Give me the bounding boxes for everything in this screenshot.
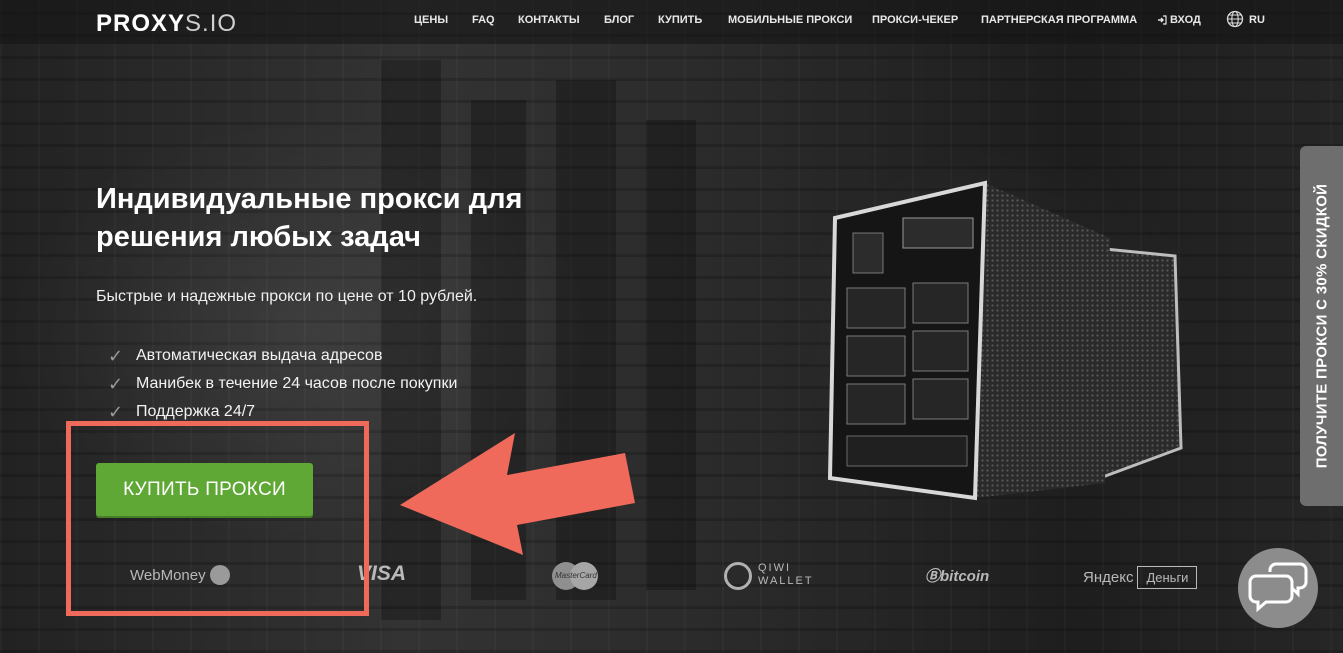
- check-icon: ✓: [108, 373, 124, 394]
- feature-text: Манибек в течение 24 часов после покупки: [136, 375, 458, 392]
- nav-proxy-checker[interactable]: ПРОКСИ-ЧЕКЕР: [872, 14, 958, 26]
- language-switcher[interactable]: RU: [1226, 10, 1265, 28]
- top-navigation-bar: PROXYS.IO ЦЕНЫ FAQ КОНТАКТЫ БЛОГ КУПИТЬ …: [0, 0, 1343, 44]
- qiwi-logo: QIWI WALLET: [724, 562, 814, 590]
- arrow-annotation-icon: [400, 433, 635, 555]
- check-icon: ✓: [108, 401, 124, 422]
- bitcoin-logo: Ⓑbitcoin: [925, 565, 989, 586]
- qiwi-text: QIWI WALLET: [758, 562, 814, 588]
- logo-bold: PROXY: [96, 10, 186, 37]
- server-illustration: [827, 180, 1183, 501]
- nav-mobile-proxy[interactable]: МОБИЛЬНЫЕ ПРОКСИ: [728, 14, 852, 26]
- chat-button[interactable]: [1238, 548, 1318, 628]
- feature-text: Поддержка 24/7: [136, 403, 256, 420]
- logo-thin: S.IO: [185, 10, 238, 37]
- nav-prices[interactable]: ЦЕНЫ: [414, 14, 448, 26]
- login-icon: [1158, 15, 1167, 25]
- nav-buy[interactable]: КУПИТЬ: [658, 14, 702, 26]
- hero-subtitle: Быстрые и надежные прокси по цене от 10 …: [96, 288, 478, 305]
- qiwi-line2: WALLET: [758, 575, 814, 587]
- hero-title: Индивидуальные прокси для решения любых …: [96, 183, 523, 253]
- nav-contacts[interactable]: КОНТАКТЫ: [518, 14, 580, 26]
- feature-item: ✓ Манибек в течение 24 часов после покупк…: [108, 370, 457, 398]
- discount-side-tab-label: ПОЛУЧИТЕ ПРОКСИ С 30% СКИДКОЙ: [1313, 183, 1330, 469]
- bitcoin-symbol-icon: Ⓑ: [925, 568, 941, 585]
- discount-side-tab[interactable]: ПОЛУЧИТЕ ПРОКСИ С 30% СКИДКОЙ: [1300, 146, 1343, 506]
- nav-faq[interactable]: FAQ: [472, 14, 495, 26]
- qiwi-line1: QIWI: [758, 562, 792, 574]
- feature-text: Автоматическая выдача адресов: [136, 347, 383, 364]
- check-icon: ✓: [108, 345, 124, 366]
- globe-icon: [1226, 10, 1244, 28]
- yandex-text: Яндекс: [1083, 569, 1134, 586]
- nav-login-label: ВХОД: [1170, 14, 1201, 26]
- chat-icon: [1248, 562, 1308, 613]
- annotation-highlight-box: [66, 421, 369, 616]
- site-logo[interactable]: PROXYS.IO: [96, 10, 237, 38]
- yandex-money-text: Деньги: [1137, 566, 1198, 589]
- feature-item: ✓ Автоматическая выдача адресов: [108, 342, 457, 370]
- nav-blog[interactable]: БЛОГ: [604, 14, 634, 26]
- language-label: RU: [1249, 14, 1265, 26]
- yandex-money-logo: Яндекс Деньги: [1083, 566, 1198, 589]
- qiwi-icon: [724, 562, 752, 590]
- nav-login[interactable]: ВХОД: [1157, 14, 1201, 26]
- mastercard-text: MasterCard: [555, 571, 597, 580]
- mastercard-logo: MasterCard: [552, 562, 598, 590]
- feature-list: ✓ Автоматическая выдача адресов ✓ Манибек …: [108, 342, 457, 426]
- bitcoin-text: bitcoin: [940, 568, 990, 585]
- nav-partner-program[interactable]: ПАРТНЕРСКАЯ ПРОГРАММА: [981, 14, 1137, 26]
